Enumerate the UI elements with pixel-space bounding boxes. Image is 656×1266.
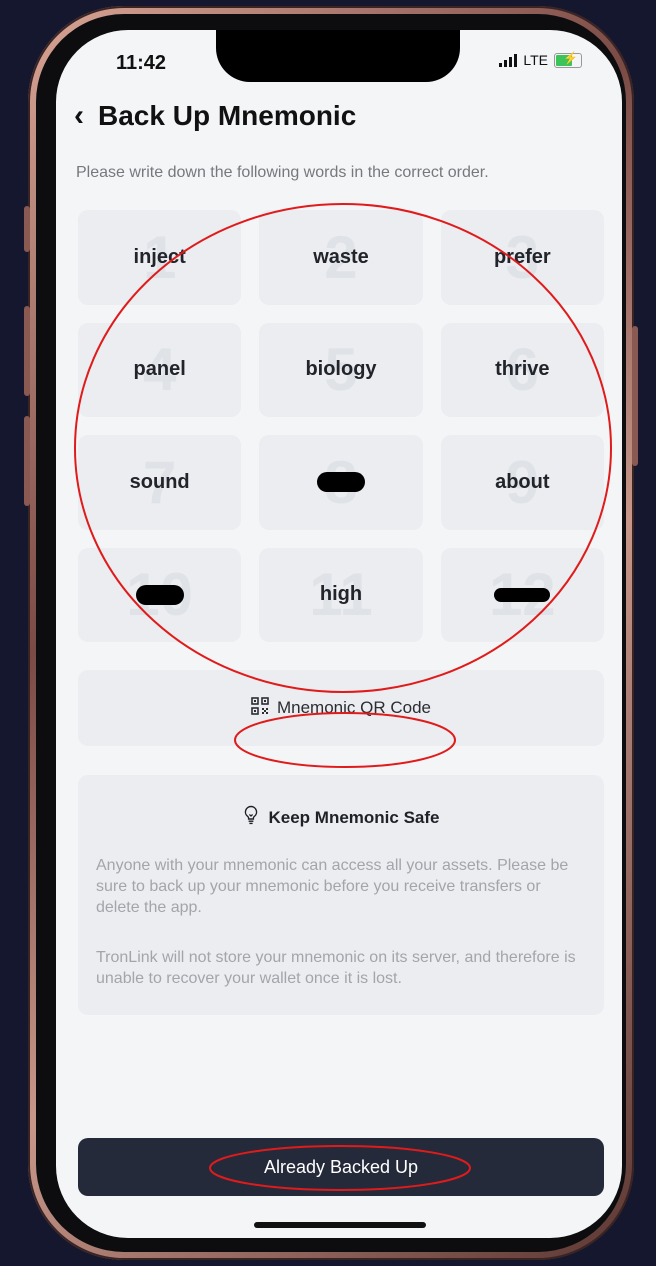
mnemonic-word: biology [305, 358, 377, 381]
mnemonic-cell: 3 prefer [440, 210, 604, 305]
mnemonic-word: prefer [493, 245, 551, 268]
lightbulb-icon [243, 805, 259, 830]
volume-down-button [24, 416, 30, 506]
mnemonic-qr-button[interactable]: Mnemonic QR Code [78, 670, 604, 746]
already-backed-up-button[interactable]: Already Backed Up [78, 1138, 604, 1196]
nav-header: ‹ Back Up Mnemonic [74, 100, 356, 132]
mnemonic-cell: 5 biology [259, 322, 423, 417]
page-title: Back Up Mnemonic [98, 100, 357, 131]
battery-charging-icon: ⚡ [554, 52, 582, 68]
mnemonic-cell: 8 [259, 435, 423, 530]
home-indicator[interactable] [254, 1222, 426, 1228]
mnemonic-word: high [319, 583, 363, 606]
mnemonic-cell: 9 about [440, 435, 604, 530]
mnemonic-word: thrive [495, 358, 550, 381]
mnemonic-cell: 7 sound [78, 435, 242, 530]
volume-up-button [24, 306, 30, 396]
qr-button-label: Mnemonic QR Code [276, 698, 431, 717]
mnemonic-word: inject [133, 245, 186, 268]
safety-paragraph: TronLink will not store your mnemonic on… [96, 949, 576, 987]
mnemonic-word: panel [133, 358, 186, 381]
mnemonic-cell: 2 waste [259, 210, 423, 305]
mnemonic-grid: 1 inject 2 waste 3 prefer 4 panel 5 biology 6… [78, 210, 604, 642]
mnemonic-cell: 4 panel [78, 322, 242, 417]
mnemonic-word: about [495, 470, 550, 493]
safety-title-row: Keep Mnemonic Safe [78, 805, 604, 830]
status-indicators: LTE ⚡ [499, 52, 582, 68]
mute-switch [24, 206, 30, 252]
redaction-mark [135, 584, 184, 605]
network-label: LTE [523, 52, 548, 68]
mnemonic-cell: 10 [78, 547, 242, 642]
mnemonic-cell: 6 thrive [440, 322, 604, 417]
status-time: 11:42 [116, 52, 167, 74]
mnemonic-word: sound [129, 470, 190, 493]
instruction-text: Please write down the following words in… [76, 164, 489, 181]
power-button [632, 326, 638, 466]
notch [216, 30, 460, 82]
mnemonic-cell: 12 [440, 547, 604, 642]
mnemonic-word: waste [313, 245, 369, 268]
app-screen: 11:42 LTE ⚡ ‹ Back Up Mnemonic Please wr… [56, 30, 622, 1238]
chevron-left-icon[interactable]: ‹ [74, 101, 84, 131]
safety-title: Keep Mnemonic Safe [268, 807, 440, 827]
redaction-mark [494, 587, 551, 602]
redaction-mark [316, 472, 365, 493]
safety-paragraph: Anyone with your mnemonic can access all… [96, 857, 569, 916]
signal-bars-icon [499, 53, 518, 67]
mnemonic-cell: 1 inject [78, 210, 242, 305]
qr-code-icon [251, 696, 269, 720]
safety-notice: Keep Mnemonic Safe Anyone with your mnem… [78, 775, 604, 1015]
mnemonic-cell: 11 high [259, 547, 423, 642]
